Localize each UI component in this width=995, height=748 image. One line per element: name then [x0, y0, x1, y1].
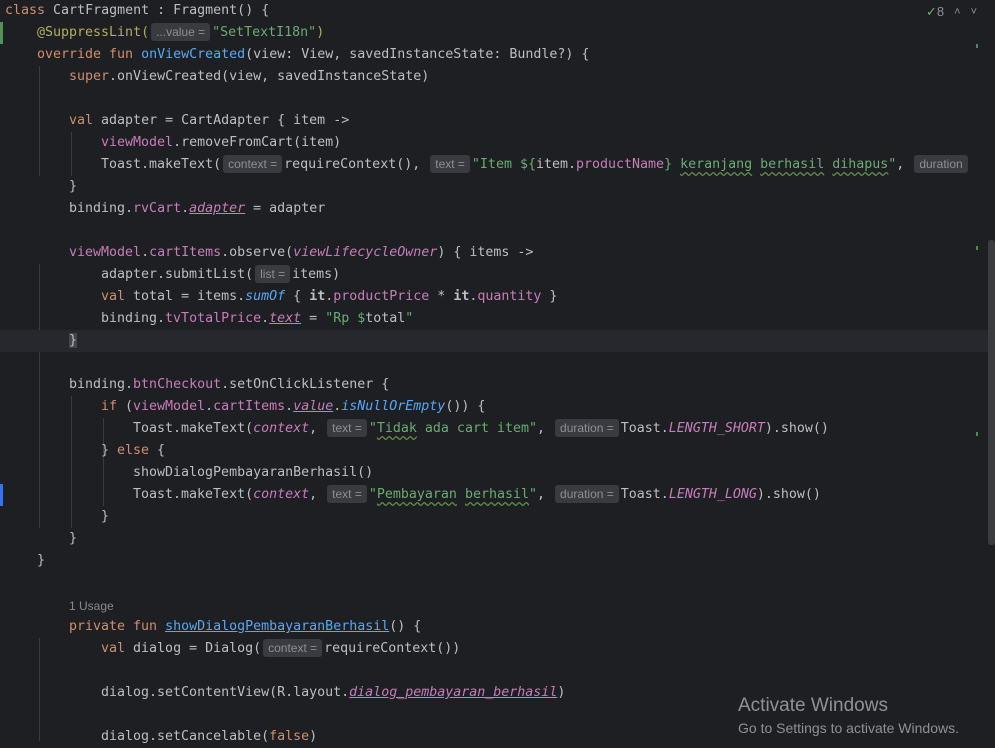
inlay-hint: duration =: [555, 419, 619, 437]
indent-guide: [39, 66, 40, 176]
code-line-29[interactable]: val dialog = Dialog(context = requireCont…: [101, 638, 995, 660]
indent-guide: [71, 132, 72, 176]
code-line-12[interactable]: viewModel.cartItems.observe(viewLifecycl…: [69, 242, 995, 264]
code-line-20[interactable]: Toast.makeText(context, text = "Tidak ada…: [133, 418, 995, 440]
windows-activation-watermark: Activate Windows Go to Settings to activ…: [738, 695, 959, 736]
check-icon: ✓: [925, 4, 937, 19]
inlay-hint: text =: [327, 419, 367, 437]
code-line-1[interactable]: class CartFragment : Fragment() {: [5, 0, 995, 22]
scroll-marker[interactable]: [976, 246, 978, 250]
indent-guide: [71, 396, 72, 528]
next-highlight-button[interactable]: ˅: [971, 6, 977, 18]
code-line-16-current[interactable]: }: [0, 330, 995, 352]
indent-guide: [39, 638, 40, 741]
usage-hint[interactable]: 1 Usage: [69, 595, 995, 617]
inlay-hint: duration: [914, 155, 968, 173]
inlay-hint: text =: [430, 155, 470, 173]
code-line-7[interactable]: viewModel.removeFromCart(item): [101, 132, 995, 154]
code-line-9[interactable]: }: [69, 176, 995, 198]
code-line-8[interactable]: Toast.makeText(context = requireContext()…: [101, 154, 995, 176]
code-line-23[interactable]: Toast.makeText(context, text = "Pembayara…: [133, 484, 995, 506]
code-line-4[interactable]: super.onViewCreated(view, savedInstanceS…: [69, 66, 995, 88]
editor-gutter: [0, 0, 4, 741]
code-line-22[interactable]: showDialogPembayaranBerhasil(): [133, 462, 995, 484]
vcs-change-marker[interactable]: [0, 22, 3, 44]
code-line-25[interactable]: }: [69, 528, 995, 550]
inspection-status[interactable]: ✓8: [926, 4, 944, 20]
vertical-scrollbar[interactable]: [988, 240, 995, 545]
code-line-2[interactable]: @SuppressLint(...value = "SetTextI18n"): [37, 22, 995, 44]
code-line-19[interactable]: if (viewModel.cartItems.value.isNullOrEm…: [101, 396, 995, 418]
code-line-6[interactable]: val adapter = CartAdapter { item ->: [69, 110, 995, 132]
inlay-hint: context =: [223, 155, 283, 173]
previous-highlight-button[interactable]: ˄: [954, 6, 960, 18]
code-line-24[interactable]: }: [101, 506, 995, 528]
inlay-hint: duration =: [555, 485, 619, 503]
vcs-modified-marker[interactable]: [0, 484, 3, 506]
code-line-14[interactable]: val total = items.sumOf { it.productPric…: [101, 286, 995, 308]
indent-guide: [103, 418, 104, 506]
code-line-28[interactable]: private fun showDialogPembayaranBerhasil…: [69, 616, 995, 638]
inspection-widget[interactable]: ✓8 ˄ ˅: [926, 4, 977, 20]
code-line-21[interactable]: } else {: [101, 440, 995, 462]
indent-guide: [39, 264, 40, 528]
inlay-hint: list =: [255, 265, 291, 283]
inlay-hint: text =: [327, 485, 367, 503]
code-line-13[interactable]: adapter.submitList(list = items): [101, 264, 995, 286]
code-line-10[interactable]: binding.rvCart.adapter = adapter: [69, 198, 995, 220]
inlay-hint: context =: [263, 639, 323, 657]
code-line-18[interactable]: binding.btnCheckout.setOnClickListener {: [69, 374, 995, 396]
code-line-15[interactable]: binding.tvTotalPrice.text = "Rp $total": [101, 308, 995, 330]
scroll-marker[interactable]: [976, 44, 978, 48]
inlay-hint: ...value =: [151, 23, 211, 41]
code-line-26[interactable]: }: [37, 550, 995, 572]
scroll-marker[interactable]: [976, 432, 978, 436]
code-line-3[interactable]: override fun onViewCreated(view: View, s…: [37, 44, 995, 66]
